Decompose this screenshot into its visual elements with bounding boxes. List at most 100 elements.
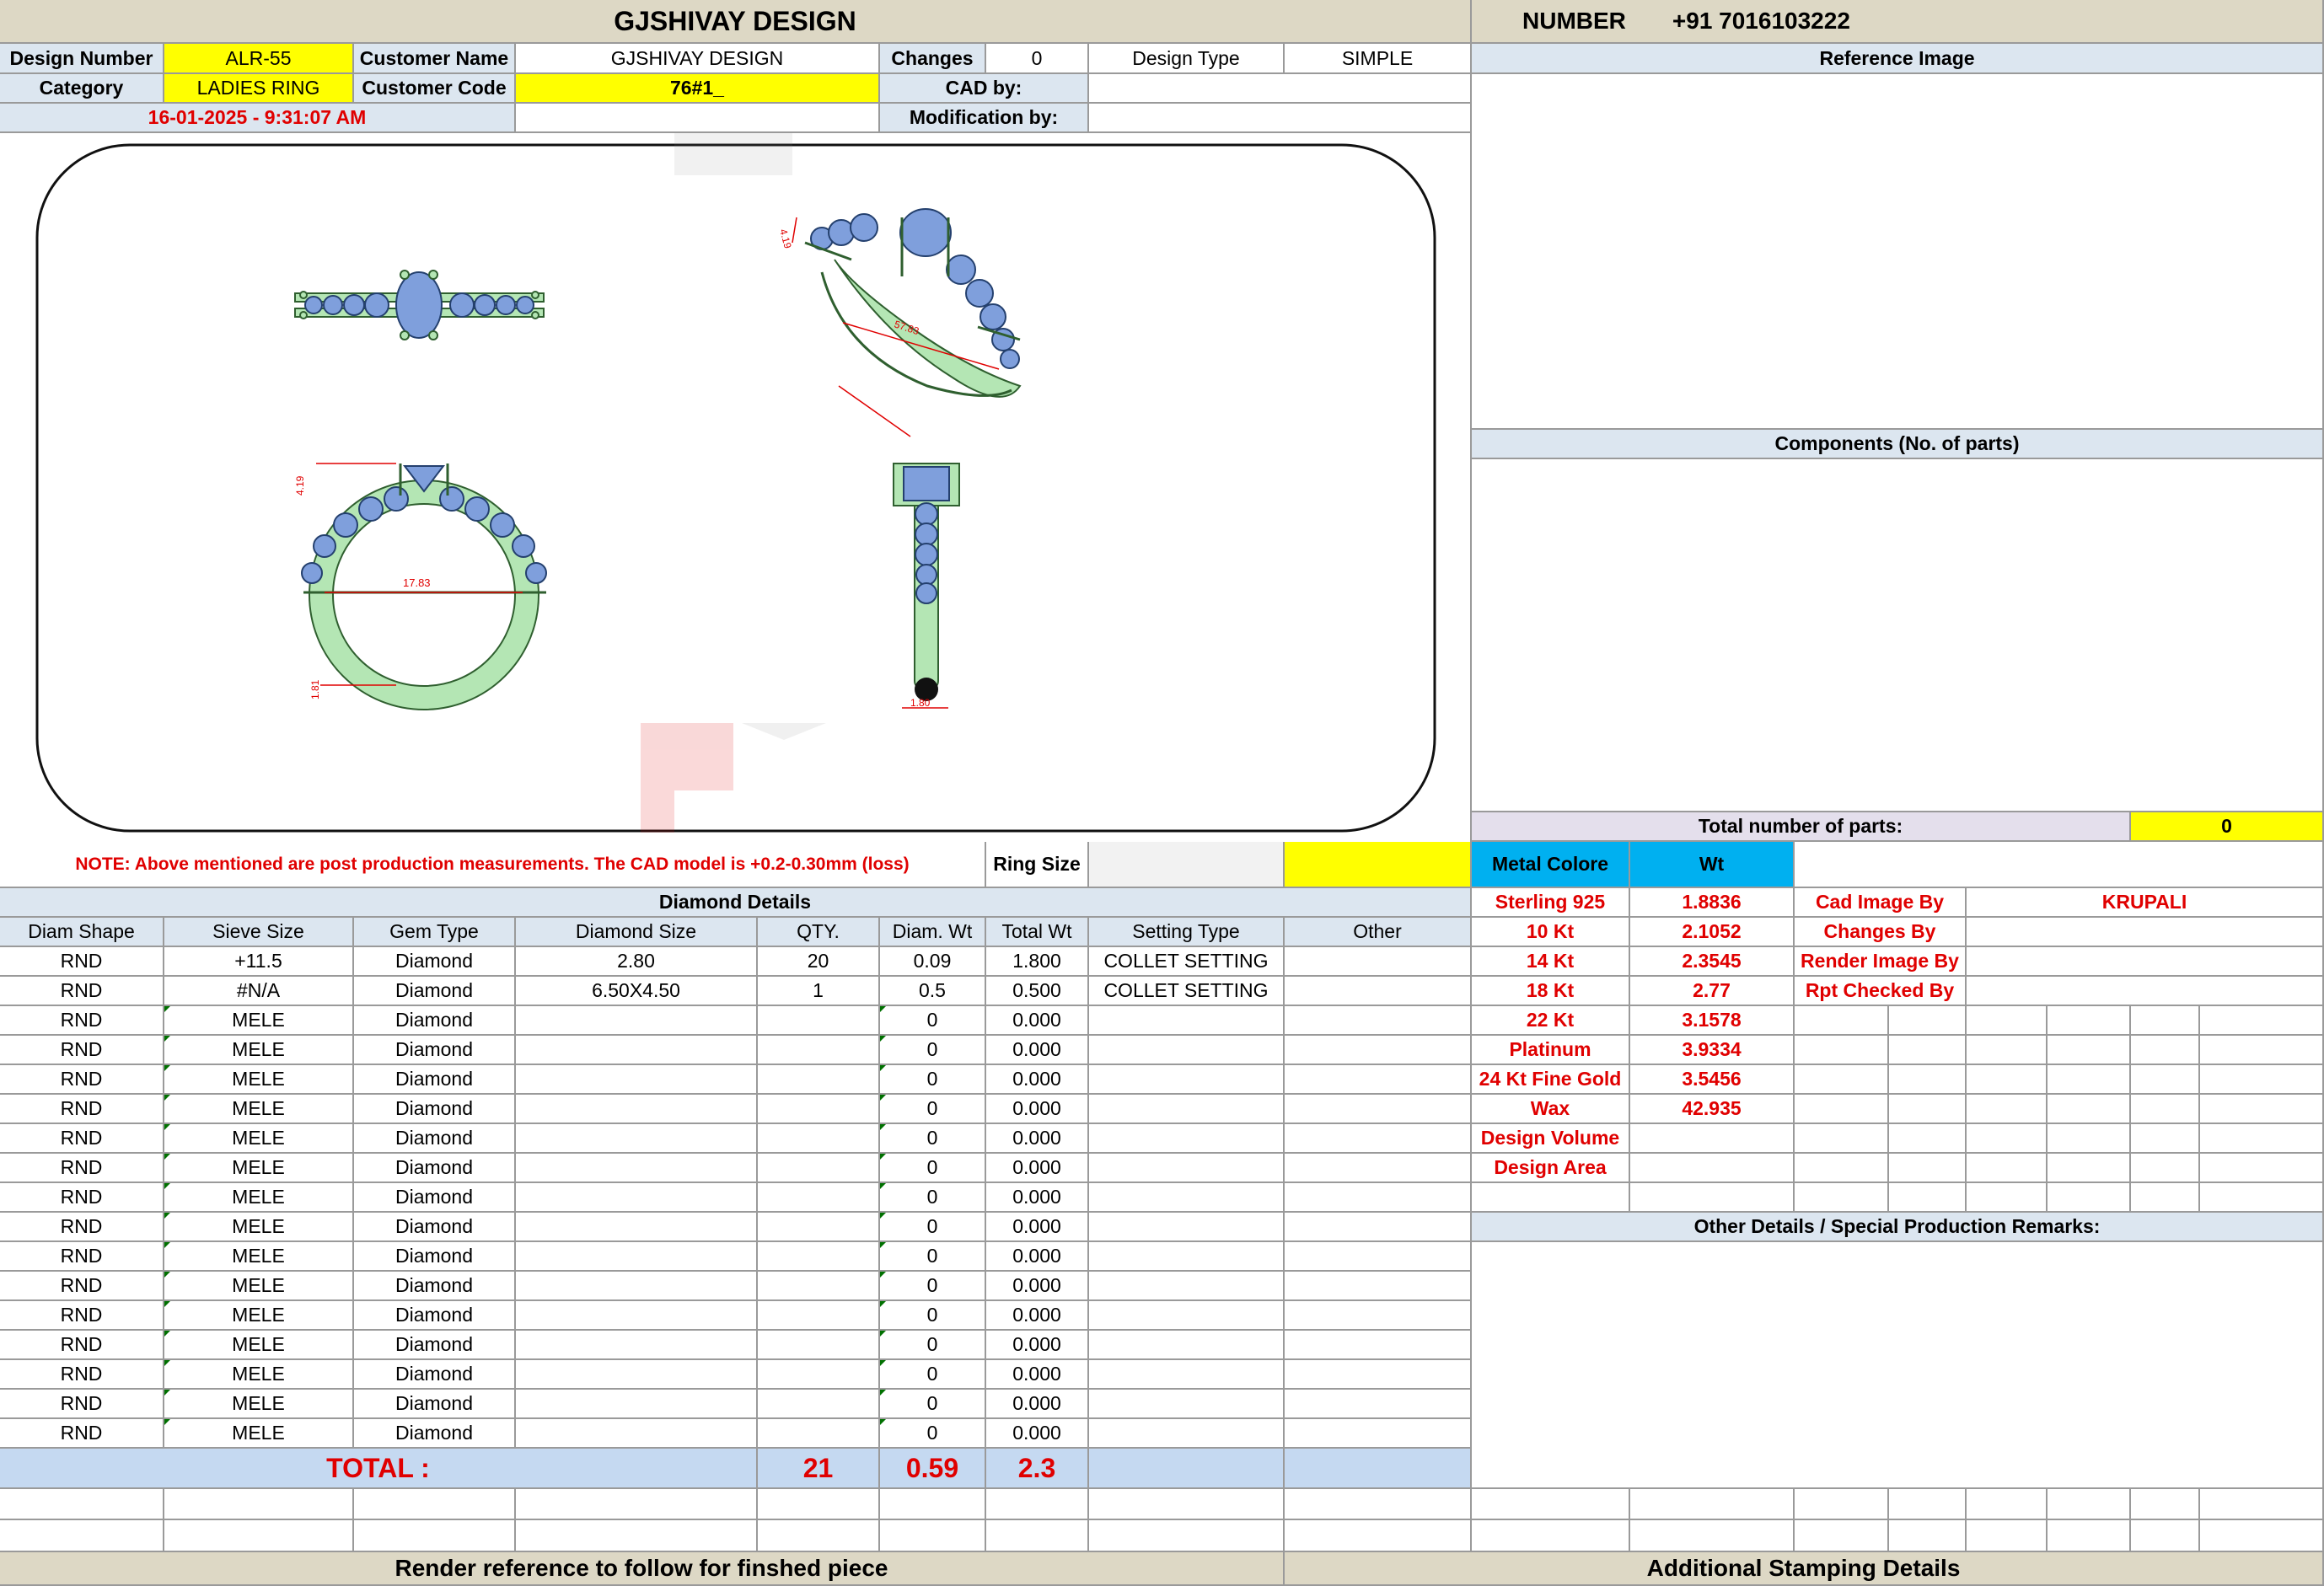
cell-gem-type[interactable]: Diamond	[354, 1242, 516, 1272]
role-value[interactable]: KRUPALI	[1967, 888, 2324, 918]
ring-size-input[interactable]	[1089, 842, 1285, 888]
role-value[interactable]	[1967, 947, 2324, 977]
cell-sieve-size[interactable]: MELE	[164, 1360, 354, 1390]
cell-diamond-size[interactable]	[516, 1390, 758, 1419]
cell-sieve-size[interactable]: #N/A	[164, 977, 354, 1006]
grid-cell[interactable]	[2131, 1006, 2200, 1036]
grid-cell[interactable]	[1795, 1006, 1889, 1036]
other-details-area[interactable]	[1472, 1242, 2324, 1489]
empty-cell[interactable]	[880, 1520, 986, 1552]
cell-diam-wt[interactable]: 0	[880, 1124, 986, 1154]
role-value[interactable]	[1967, 977, 2324, 1006]
cell-diam-shape[interactable]: RND	[0, 1183, 164, 1213]
grid-cell[interactable]	[2048, 1154, 2131, 1183]
cell-diamond-size[interactable]	[516, 1095, 758, 1124]
cell-setting-type[interactable]	[1089, 1419, 1285, 1449]
grid-cell[interactable]	[1795, 1065, 1889, 1095]
cell-setting-type[interactable]	[1089, 1213, 1285, 1242]
grid-cell[interactable]	[2048, 1006, 2131, 1036]
cell-total-wt[interactable]: 0.000	[986, 1006, 1089, 1036]
cell-diam-wt[interactable]: 0	[880, 1242, 986, 1272]
empty-cell[interactable]	[1630, 1520, 1795, 1552]
cell-diam-wt[interactable]: 0	[880, 1390, 986, 1419]
cell-diam-wt[interactable]: 0	[880, 1095, 986, 1124]
empty-cell[interactable]	[0, 1489, 164, 1520]
cell-diamond-size[interactable]	[516, 1242, 758, 1272]
cell-total-wt[interactable]: 0.000	[986, 1272, 1089, 1301]
cell-other[interactable]	[1285, 1360, 1472, 1390]
empty-cell[interactable]	[2048, 1520, 2131, 1552]
cell-gem-type[interactable]: Diamond	[354, 977, 516, 1006]
cell-qty[interactable]	[758, 1360, 880, 1390]
cell-total-wt[interactable]: 0.000	[986, 1036, 1089, 1065]
grid-cell[interactable]	[2131, 1036, 2200, 1065]
cell-gem-type[interactable]: Diamond	[354, 1065, 516, 1095]
cell-sieve-size[interactable]: +11.5	[164, 947, 354, 977]
cell-diam-wt[interactable]: 0	[880, 1006, 986, 1036]
cell-diamond-size[interactable]	[516, 1272, 758, 1301]
cell-diamond-size[interactable]	[516, 1301, 758, 1331]
cell-other[interactable]	[1285, 1419, 1472, 1449]
cell-diamond-size[interactable]: 6.50X4.50	[516, 977, 758, 1006]
grid-cell[interactable]	[1889, 1124, 1967, 1154]
cell-qty[interactable]	[758, 1272, 880, 1301]
cell-diam-shape[interactable]: RND	[0, 1272, 164, 1301]
empty-cell[interactable]	[2200, 1520, 2324, 1552]
cell-diam-wt[interactable]: 0	[880, 1213, 986, 1242]
cell-gem-type[interactable]: Diamond	[354, 1419, 516, 1449]
cell-qty[interactable]: 1	[758, 977, 880, 1006]
cell-setting-type[interactable]	[1089, 1065, 1285, 1095]
cell-diamond-size[interactable]	[516, 1183, 758, 1213]
empty-cell[interactable]	[1967, 1489, 2048, 1520]
empty-cell[interactable]	[758, 1520, 880, 1552]
empty-cell[interactable]	[1472, 1520, 1630, 1552]
cell-setting-type[interactable]: COLLET SETTING	[1089, 947, 1285, 977]
cell-qty[interactable]	[758, 1183, 880, 1213]
empty-cell[interactable]	[880, 1489, 986, 1520]
empty-cell[interactable]	[1630, 1489, 1795, 1520]
cell-diam-shape[interactable]: RND	[0, 1419, 164, 1449]
cell-diam-wt[interactable]: 0	[880, 1331, 986, 1360]
cell-total-wt[interactable]: 0.000	[986, 1065, 1089, 1095]
cell-gem-type[interactable]: Diamond	[354, 1390, 516, 1419]
cell-setting-type[interactable]: COLLET SETTING	[1089, 977, 1285, 1006]
cell-gem-type[interactable]: Diamond	[354, 1095, 516, 1124]
grid-cell[interactable]	[2131, 1124, 2200, 1154]
cell-sieve-size[interactable]: MELE	[164, 1036, 354, 1065]
cell-other[interactable]	[1285, 1242, 1472, 1272]
cell-total-wt[interactable]: 0.000	[986, 1154, 1089, 1183]
cell-diam-wt[interactable]: 0.5	[880, 977, 986, 1006]
grid-cell[interactable]	[1967, 1124, 2048, 1154]
empty-cell[interactable]	[1889, 1520, 1967, 1552]
cell-diam-shape[interactable]: RND	[0, 1095, 164, 1124]
cell-total-wt[interactable]: 0.000	[986, 1419, 1089, 1449]
customer-name-value[interactable]: GJSHIVAY DESIGN	[516, 44, 880, 74]
cell-diam-shape[interactable]: RND	[0, 1154, 164, 1183]
cell-diam-wt[interactable]: 0	[880, 1036, 986, 1065]
cell-sieve-size[interactable]: MELE	[164, 1242, 354, 1272]
empty-cell[interactable]	[1472, 1489, 1630, 1520]
cell-setting-type[interactable]	[1089, 1242, 1285, 1272]
grid-cell[interactable]	[2048, 1065, 2131, 1095]
cell-diamond-size[interactable]: 2.80	[516, 947, 758, 977]
grid-cell[interactable]	[2048, 1036, 2131, 1065]
empty-cell[interactable]	[354, 1489, 516, 1520]
cell-other[interactable]	[1285, 1213, 1472, 1242]
grid-cell[interactable]	[1967, 1065, 2048, 1095]
grid-cell[interactable]	[2048, 1095, 2131, 1124]
cell-qty[interactable]	[758, 1331, 880, 1360]
cell-other[interactable]	[1285, 1331, 1472, 1360]
grid-cell[interactable]	[1967, 1006, 2048, 1036]
cell-setting-type[interactable]	[1089, 1095, 1285, 1124]
cell-other[interactable]	[1285, 1154, 1472, 1183]
empty-cell[interactable]	[164, 1489, 354, 1520]
cell-total-wt[interactable]: 0.000	[986, 1390, 1089, 1419]
cell-gem-type[interactable]: Diamond	[354, 1154, 516, 1183]
grid-cell[interactable]	[2048, 1124, 2131, 1154]
cell-diamond-size[interactable]	[516, 1036, 758, 1065]
cell-diam-wt[interactable]: 0	[880, 1301, 986, 1331]
empty-cell[interactable]	[1795, 1489, 1889, 1520]
cell-setting-type[interactable]	[1089, 1183, 1285, 1213]
cell-qty[interactable]	[758, 1095, 880, 1124]
cell-other[interactable]	[1285, 1272, 1472, 1301]
